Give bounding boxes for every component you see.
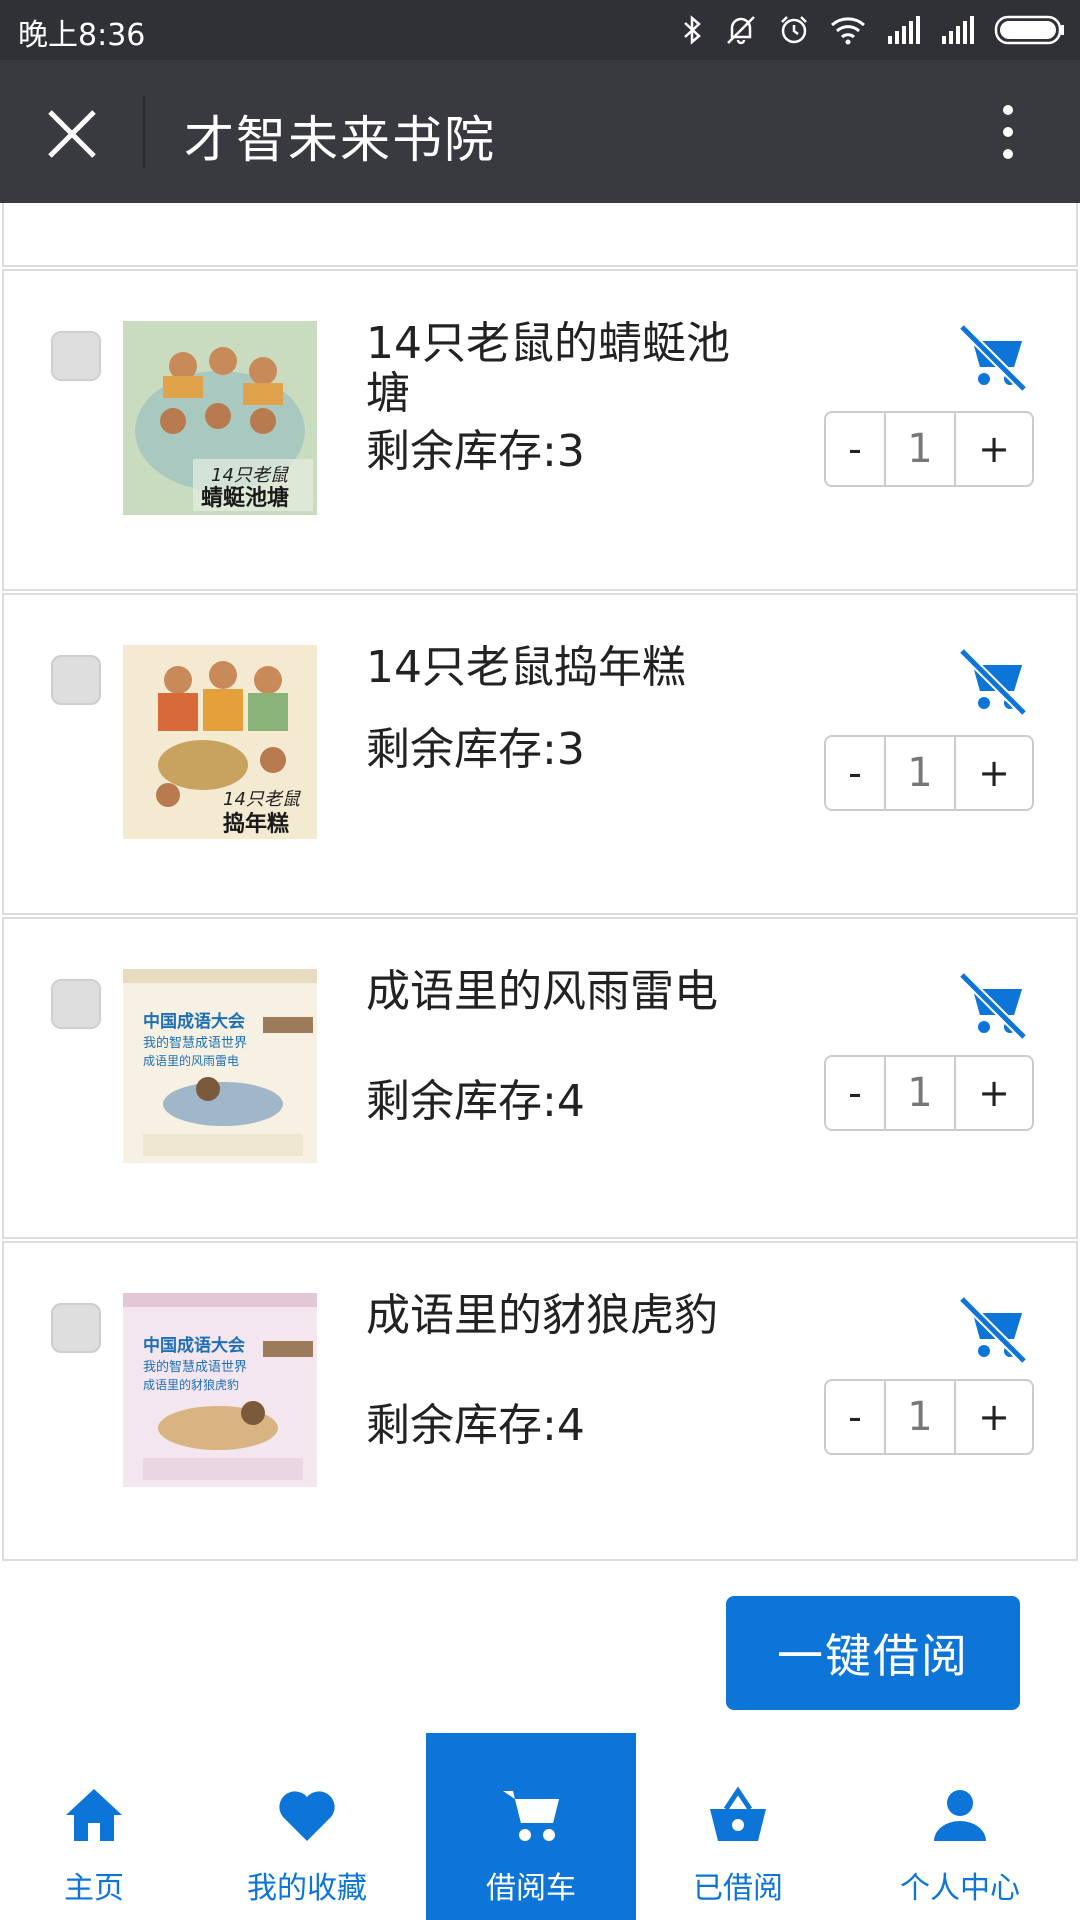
- book-title: 成语里的风雨雷电: [366, 966, 718, 1017]
- remove-from-cart-icon[interactable]: [956, 969, 1028, 1041]
- svg-text:我的智慧成语世界: 我的智慧成语世界: [143, 1035, 247, 1051]
- tab-label: 借阅车: [486, 1871, 576, 1906]
- tab-label: 我的收藏: [247, 1871, 367, 1906]
- quantity-stepper: - 1 +: [824, 735, 1034, 811]
- status-bar: 晚上8:36: [0, 0, 1080, 60]
- borrow-all-button[interactable]: 一键借阅: [726, 1596, 1020, 1710]
- book-cover-image: 中国成语大会 我的智慧成语世界 成语里的风雨雷电: [123, 969, 317, 1163]
- decrease-button[interactable]: -: [826, 737, 884, 809]
- bluetooth-icon: [684, 15, 701, 45]
- decrease-button[interactable]: -: [826, 1381, 884, 1453]
- status-icons: [682, 12, 1066, 48]
- tab-borrowed[interactable]: 已借阅: [636, 1733, 840, 1920]
- svg-text:我的智慧成语世界: 我的智慧成语世界: [143, 1359, 247, 1375]
- remove-from-cart-icon[interactable]: [956, 645, 1028, 717]
- cart-item: 中国成语大会 我的智慧成语世界 成语里的豺狼虎豹 成语里的豺狼虎豹 剩余库存:4…: [2, 1241, 1078, 1561]
- tab-home[interactable]: 主页: [0, 1733, 188, 1920]
- remove-from-cart-icon[interactable]: [956, 1293, 1028, 1365]
- quantity-stepper: - 1 +: [824, 411, 1034, 487]
- svg-text:捣年糕: 捣年糕: [223, 811, 289, 837]
- svg-text:成语里的风雨雷电: 成语里的风雨雷电: [143, 1053, 239, 1068]
- stock-label: 剩余库存:4: [366, 1400, 585, 1451]
- wifi-icon: [831, 17, 865, 45]
- book-title: 成语里的豺狼虎豹: [366, 1290, 718, 1341]
- item-checkbox[interactable]: [51, 331, 101, 381]
- stock-label: 剩余库存:3: [366, 724, 585, 775]
- quantity-value[interactable]: 1: [884, 1057, 956, 1129]
- svg-text:中国成语大会: 中国成语大会: [143, 1011, 245, 1032]
- item-checkbox[interactable]: [51, 979, 101, 1029]
- increase-button[interactable]: +: [956, 1381, 1032, 1453]
- close-icon[interactable]: [40, 102, 104, 166]
- decrease-button[interactable]: -: [826, 1057, 884, 1129]
- heart-icon: [279, 1791, 335, 1841]
- svg-text:中国成语大会: 中国成语大会: [143, 1335, 245, 1356]
- book-cover-image: 14只老鼠 捣年糕: [123, 645, 317, 839]
- cart-item: 中国成语大会 我的智慧成语世界 成语里的风雨雷电 成语里的风雨雷电 剩余库存:4…: [2, 917, 1078, 1239]
- signal-icon-2: [942, 16, 974, 44]
- cart-list: 14只老鼠 蜻蜓池塘 14只老鼠的蜻蜓池塘 剩余库存:3 - 1 + 14只老鼠…: [0, 203, 1080, 1733]
- quantity-stepper: - 1 +: [824, 1055, 1034, 1131]
- cart-item: 14只老鼠 捣年糕 14只老鼠捣年糕 剩余库存:3 - 1 +: [2, 593, 1078, 915]
- quantity-value[interactable]: 1: [884, 1381, 956, 1453]
- cart-icon: [503, 1791, 559, 1841]
- mute-icon: [727, 16, 755, 45]
- quantity-value[interactable]: 1: [884, 413, 956, 485]
- tab-label: 已借阅: [693, 1871, 783, 1906]
- decrease-button[interactable]: -: [826, 413, 884, 485]
- book-title: 14只老鼠的蜻蜓池塘: [366, 318, 730, 419]
- tab-favorites[interactable]: 我的收藏: [188, 1733, 426, 1920]
- remove-from-cart-icon[interactable]: [956, 321, 1028, 393]
- title-divider: [143, 96, 145, 168]
- quantity-stepper: - 1 +: [824, 1379, 1034, 1455]
- bottom-tab-bar: 主页 我的收藏 借阅车 已借阅 个人中心: [0, 1733, 1080, 1920]
- svg-text:成语里的豺狼虎豹: 成语里的豺狼虎豹: [143, 1377, 239, 1392]
- signal-icon: [888, 16, 920, 44]
- stock-label: 剩余库存:3: [366, 426, 585, 477]
- tab-label: 个人中心: [900, 1871, 1020, 1906]
- home-icon: [66, 1789, 122, 1841]
- stock-label: 剩余库存:4: [366, 1076, 585, 1127]
- tab-profile[interactable]: 个人中心: [840, 1733, 1080, 1920]
- cart-item: 14只老鼠 蜻蜓池塘 14只老鼠的蜻蜓池塘 剩余库存:3 - 1 +: [2, 269, 1078, 591]
- increase-button[interactable]: +: [956, 413, 1032, 485]
- svg-text:14只老鼠: 14只老鼠: [223, 789, 302, 810]
- book-cover-image: 中国成语大会 我的智慧成语世界 成语里的豺狼虎豹: [123, 1293, 317, 1487]
- person-icon: [934, 1790, 986, 1841]
- tab-label: 主页: [64, 1871, 124, 1906]
- more-options-icon[interactable]: [990, 100, 1026, 164]
- battery-icon: [994, 15, 1064, 45]
- alarm-icon: [781, 16, 807, 44]
- svg-text:蜻蜓池塘: 蜻蜓池塘: [201, 485, 289, 511]
- status-time: 晚上8:36: [18, 18, 146, 53]
- increase-button[interactable]: +: [956, 737, 1032, 809]
- book-title: 14只老鼠捣年糕: [366, 642, 686, 693]
- book-cover-image: 14只老鼠 蜻蜓池塘: [123, 321, 317, 515]
- basket-icon: [710, 1786, 766, 1841]
- previous-item-edge: [2, 203, 1078, 267]
- tab-borrow-cart[interactable]: 借阅车: [426, 1733, 636, 1920]
- item-checkbox[interactable]: [51, 655, 101, 705]
- title-bar: 才智未来书院: [0, 60, 1080, 203]
- svg-text:14只老鼠: 14只老鼠: [211, 465, 290, 486]
- item-checkbox[interactable]: [51, 1303, 101, 1353]
- page-title: 才智未来书院: [184, 111, 496, 169]
- increase-button[interactable]: +: [956, 1057, 1032, 1129]
- quantity-value[interactable]: 1: [884, 737, 956, 809]
